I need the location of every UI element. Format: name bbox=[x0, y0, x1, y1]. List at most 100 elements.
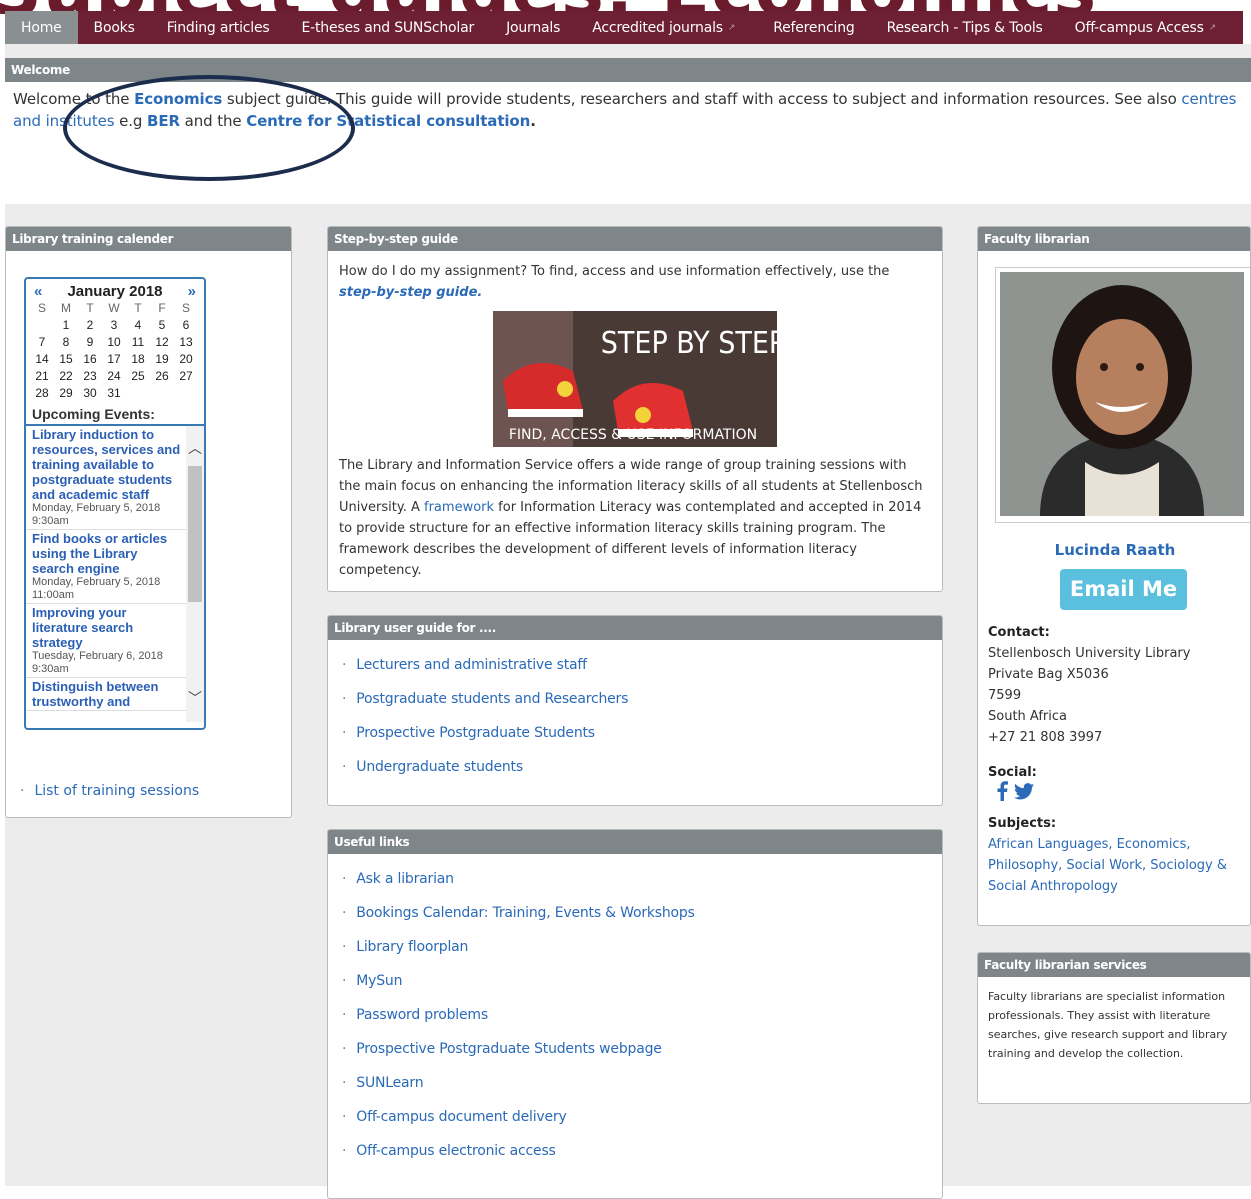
calendar-day[interactable]: 24 bbox=[102, 368, 126, 385]
calendar-day[interactable]: 15 bbox=[54, 351, 78, 368]
list-link[interactable]: Postgraduate students and Researchers bbox=[356, 691, 628, 707]
tab-referencing[interactable]: Referencing bbox=[757, 11, 870, 44]
training-sessions-link[interactable]: List of training sessions bbox=[34, 783, 199, 799]
centre-statistical-link[interactable]: Centre for Statistical consultation bbox=[246, 112, 530, 130]
tab-journals[interactable]: Journals bbox=[490, 11, 576, 44]
list-link[interactable]: Password problems bbox=[356, 1007, 488, 1023]
calendar-day[interactable]: 23 bbox=[78, 368, 102, 385]
calendar-day[interactable]: 2 bbox=[78, 317, 102, 334]
calendar-day[interactable]: 29 bbox=[54, 385, 78, 402]
event-item: Distinguish between trustworthy and bbox=[26, 678, 204, 711]
upcoming-events-title: Upcoming Events: bbox=[26, 404, 204, 426]
list-link[interactable]: Prospective Postgraduate Students webpag… bbox=[356, 1041, 662, 1057]
calendar-day[interactable]: 31 bbox=[102, 385, 126, 402]
facebook-icon[interactable] bbox=[996, 781, 1008, 801]
list-link[interactable]: MySun bbox=[356, 973, 402, 989]
calendar-day[interactable]: 20 bbox=[174, 351, 198, 368]
list-link[interactable]: Undergraduate students bbox=[356, 759, 523, 775]
list-item: · Library floorplan bbox=[342, 930, 942, 964]
tab-accredited-journals[interactable]: Accredited journals ↗ bbox=[576, 11, 751, 44]
prev-month-button[interactable]: « bbox=[34, 283, 42, 300]
tab-books[interactable]: Books bbox=[78, 11, 151, 44]
calendar-day[interactable]: 13 bbox=[174, 334, 198, 351]
event-title-link[interactable]: Find books or articles using the Library… bbox=[32, 531, 182, 576]
calendar-day[interactable]: 3 bbox=[102, 317, 126, 334]
calendar-day[interactable]: 9 bbox=[78, 334, 102, 351]
calendar-day[interactable]: 30 bbox=[78, 385, 102, 402]
subjects-label: Subjects: bbox=[988, 816, 1057, 831]
list-link[interactable]: Library floorplan bbox=[356, 939, 468, 955]
list-item: · Off-campus electronic access bbox=[342, 1134, 942, 1168]
list-link[interactable]: Lecturers and administrative staff bbox=[356, 657, 587, 673]
framework-link[interactable]: framework bbox=[424, 500, 494, 515]
calendar-day[interactable]: 25 bbox=[126, 368, 150, 385]
calendar-day[interactable]: 21 bbox=[30, 368, 54, 385]
tab-finding-articles[interactable]: Finding articles bbox=[151, 11, 286, 44]
weekday-label: S bbox=[37, 301, 46, 315]
calendar-day[interactable]: 27 bbox=[174, 368, 198, 385]
event-title-link[interactable]: Improving your literature search strateg… bbox=[32, 605, 182, 650]
calendar-day[interactable]: 6 bbox=[174, 317, 198, 334]
list-link[interactable]: Off-campus document delivery bbox=[356, 1109, 566, 1125]
event-title-link[interactable]: Library induction to resources, services… bbox=[32, 427, 182, 502]
step-header: Step-by-step guide bbox=[328, 227, 942, 251]
ber-link[interactable]: BER bbox=[147, 112, 180, 130]
calendar-day[interactable]: 1 bbox=[54, 317, 78, 334]
list-link[interactable]: SUNLearn bbox=[356, 1075, 423, 1091]
bullet: · bbox=[342, 905, 347, 921]
step-by-step-image[interactable]: STEP BY STEP FIND, ACCESS & USE INFORMAT… bbox=[493, 311, 777, 447]
twitter-icon[interactable] bbox=[1014, 782, 1034, 800]
calendar-day[interactable]: 28 bbox=[30, 385, 54, 402]
calendar-day[interactable]: 26 bbox=[150, 368, 174, 385]
calendar-day[interactable]: 10 bbox=[102, 334, 126, 351]
calendar-day[interactable]: 19 bbox=[150, 351, 174, 368]
tab-home[interactable]: Home bbox=[5, 11, 78, 44]
bullet: · bbox=[342, 657, 347, 673]
calendar-day[interactable]: 11 bbox=[126, 334, 150, 351]
training-sessions-item: · List of training sessions bbox=[20, 783, 200, 799]
calendar-day[interactable]: 7 bbox=[30, 334, 54, 351]
calendar-day[interactable]: 17 bbox=[102, 351, 126, 368]
calendar-day bbox=[126, 385, 150, 402]
calendar-day[interactable]: 18 bbox=[126, 351, 150, 368]
text: . bbox=[530, 112, 536, 130]
scroll-down-icon[interactable]: ﹀ bbox=[187, 690, 203, 706]
calendar-day[interactable]: 4 bbox=[126, 317, 150, 334]
scroll-thumb[interactable] bbox=[188, 466, 202, 602]
subjects-links[interactable]: African Languages, Economics, Philosophy… bbox=[988, 837, 1227, 894]
step-image-subtitle: FIND, ACCESS & USE INFORMATION bbox=[509, 427, 757, 443]
tab-etheses[interactable]: E-theses and SUNScholar bbox=[285, 11, 490, 44]
economics-link[interactable]: Economics bbox=[134, 90, 222, 108]
faculty-services-box: Faculty librarian services Faculty libra… bbox=[977, 952, 1251, 1104]
list-link[interactable]: Ask a librarian bbox=[356, 871, 454, 887]
step-guide-link[interactable]: step-by-step guide. bbox=[339, 285, 482, 300]
email-me-button[interactable]: Email Me bbox=[1060, 569, 1187, 610]
weekday-label: S bbox=[181, 301, 190, 315]
list-link[interactable]: Off-campus electronic access bbox=[356, 1143, 556, 1159]
calendar-day[interactable]: 12 bbox=[150, 334, 174, 351]
list-link[interactable]: Prospective Postgraduate Students bbox=[356, 725, 595, 741]
calendar-day[interactable]: 14 bbox=[30, 351, 54, 368]
tab-research-tips[interactable]: Research - Tips & Tools bbox=[871, 11, 1059, 44]
calendar-day[interactable]: 8 bbox=[54, 334, 78, 351]
external-link-icon: ↗ bbox=[1208, 22, 1217, 33]
faculty-info: Contact: Stellenbosch University Library… bbox=[988, 622, 1246, 897]
list-link[interactable]: Bookings Calendar: Training, Events & Wo… bbox=[356, 905, 695, 921]
tab-label: Off-campus Access bbox=[1074, 19, 1204, 36]
calendar-day[interactable]: 22 bbox=[54, 368, 78, 385]
services-text: Faculty librarians are specialist inform… bbox=[988, 990, 1228, 1060]
calendar-day[interactable]: 16 bbox=[78, 351, 102, 368]
event-title-link[interactable]: Distinguish between trustworthy and bbox=[32, 679, 182, 709]
list-item: · Off-campus document delivery bbox=[342, 1100, 942, 1134]
scroll-up-icon[interactable]: ︿ bbox=[187, 440, 203, 456]
list-item: · Prospective Postgraduate Students webpa… bbox=[342, 1032, 942, 1066]
events-scrollbar[interactable]: ︿ ﹀ bbox=[186, 426, 204, 722]
calendar-day[interactable]: 5 bbox=[150, 317, 174, 334]
user-guide-header: Library user guide for .... bbox=[328, 616, 942, 640]
list-item: · Password problems bbox=[342, 998, 942, 1032]
tab-off-campus[interactable]: Off-campus Access ↗ bbox=[1059, 11, 1232, 44]
librarian-name[interactable]: Lucinda Raath bbox=[978, 541, 1250, 559]
next-month-button[interactable]: » bbox=[188, 283, 196, 300]
tab-label: Accredited journals bbox=[592, 19, 723, 36]
bullet: · bbox=[342, 725, 347, 741]
